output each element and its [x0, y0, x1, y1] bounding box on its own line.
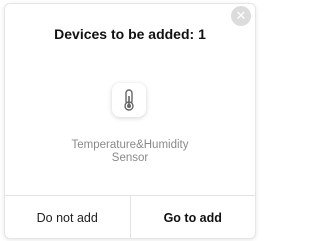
device-name-line2: Sensor	[111, 152, 149, 164]
dialog-footer: Do not add Go to add	[5, 195, 256, 238]
add-device-dialog: ✕ Devices to be added: 1 Temperature&Hum…	[4, 3, 256, 239]
thermometer-icon	[124, 89, 134, 111]
go-to-add-button[interactable]: Go to add	[129, 196, 256, 238]
close-icon: ✕	[235, 8, 247, 24]
close-button[interactable]: ✕	[231, 6, 251, 26]
do-not-add-button[interactable]: Do not add	[5, 196, 130, 238]
dialog-title: Devices to be added: 1	[54, 26, 206, 42]
device-name-line1: Temperature&Humidity	[71, 139, 189, 151]
device-tile[interactable]	[112, 83, 146, 117]
device-name: Temperature&Humidity Sensor	[5, 139, 255, 165]
